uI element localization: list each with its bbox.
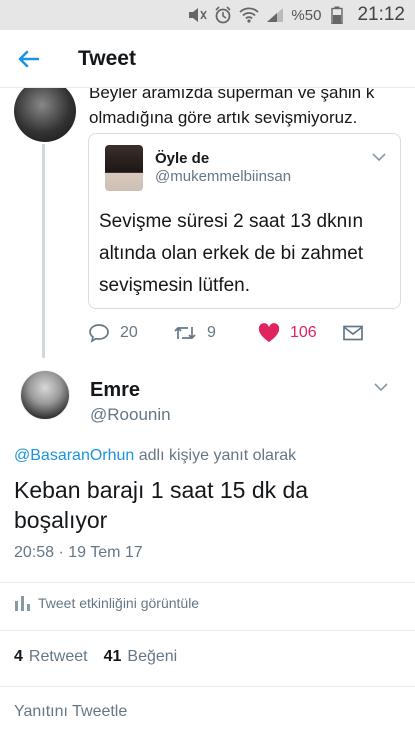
retweet-button[interactable]: 9	[173, 318, 216, 348]
quoted-author-handle: @mukemmelbiinsan	[155, 168, 292, 185]
mention-link[interactable]: @BasaranOrhun	[14, 447, 134, 464]
avatar[interactable]	[105, 145, 143, 191]
tweet-text: Keban barajı 1 saat 15 dk da boşalıyor	[14, 477, 309, 533]
tweet-stats: 4 Retweet 41 Beğeni	[14, 648, 177, 666]
alarm-icon	[213, 6, 233, 24]
bar-chart-icon	[15, 596, 30, 611]
quoted-tweet-text: Sevişme süresi 2 saat 13 dknın altında o…	[99, 211, 364, 296]
quoted-author-name: Öyle de	[155, 150, 210, 167]
tweet-text: Beyler aramızda süperman ve şahin k olma…	[89, 88, 375, 127]
signal-icon	[265, 6, 285, 24]
tweet-activity-link[interactable]: Tweet etkinliğini görüntüle	[14, 594, 199, 612]
page-title: Tweet	[78, 46, 136, 70]
retweet-total[interactable]: 4	[14, 648, 23, 666]
reply-count: 20	[120, 324, 138, 341]
divider	[0, 582, 415, 583]
replying-to-suffix: adlı kişiye yanıt olarak	[134, 447, 297, 464]
wifi-icon	[239, 6, 260, 24]
envelope-icon	[343, 325, 363, 341]
like-total[interactable]: 41	[104, 648, 122, 666]
battery-icon	[327, 6, 347, 24]
reply-icon	[89, 324, 109, 343]
chevron-down-icon[interactable]	[372, 380, 390, 394]
replying-to: @BasaranOrhun adlı kişiye yanıt olarak	[14, 447, 296, 465]
app-header: Tweet	[0, 30, 415, 88]
status-time: 21:12	[357, 4, 405, 25]
dm-button[interactable]	[343, 318, 363, 348]
arrow-left-icon	[18, 50, 39, 67]
tweet-actions: 20 9 106	[88, 318, 388, 348]
activity-label: Tweet etkinliğini görüntüle	[38, 595, 200, 611]
mute-icon	[187, 6, 208, 24]
avatar[interactable]	[20, 370, 70, 420]
reply-button[interactable]: 20	[88, 318, 138, 348]
status-bar: %50 21:12	[0, 0, 415, 30]
retweet-count: 9	[207, 324, 216, 341]
divider	[0, 630, 415, 631]
avatar[interactable]	[14, 88, 76, 142]
reply-input[interactable]: Yanıtını Tweetle	[14, 703, 127, 721]
author-handle[interactable]: @Roounin	[90, 405, 171, 425]
back-button[interactable]	[0, 30, 56, 88]
like-button[interactable]: 106	[258, 318, 317, 348]
like-total-label[interactable]: Beğeni	[127, 648, 177, 666]
quoted-tweet[interactable]: Öyle de @mukemmelbiinsan Sevişme süresi …	[88, 133, 401, 309]
author-name[interactable]: Emre	[90, 379, 140, 402]
retweet-icon	[174, 327, 196, 339]
divider	[0, 686, 415, 687]
battery-percent: %50	[291, 6, 322, 24]
retweet-total-label[interactable]: Retweet	[29, 648, 88, 666]
chevron-down-icon[interactable]	[370, 150, 388, 164]
thread-line	[42, 144, 45, 358]
tweet-timestamp: 20:58 · 19 Tem 17	[14, 544, 143, 561]
heart-icon	[258, 323, 280, 342]
like-count: 106	[290, 324, 317, 341]
